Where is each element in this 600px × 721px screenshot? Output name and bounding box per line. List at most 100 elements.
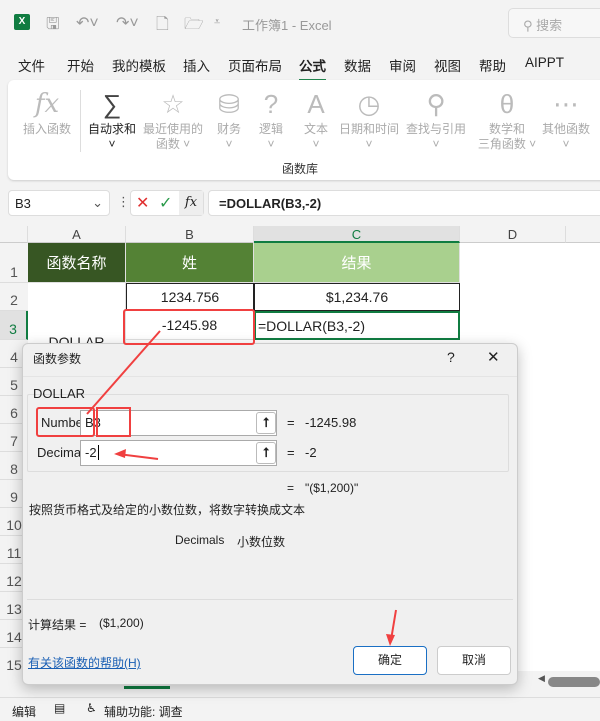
name-box-value: B3	[15, 196, 31, 211]
eq: =	[287, 445, 295, 460]
col-header-b[interactable]: B	[126, 226, 254, 243]
number-result: -1245.98	[305, 415, 357, 430]
undo-icon[interactable]: ↶˅	[76, 13, 99, 33]
chevron-down-icon[interactable]: ⌄	[92, 195, 103, 211]
divider	[80, 90, 81, 152]
label: 数学和	[488, 122, 525, 136]
tab-templates[interactable]: 我的模板	[112, 55, 166, 75]
cancel-x-icon[interactable]: ✕	[136, 193, 149, 213]
tab-review[interactable]: 审阅	[389, 55, 416, 75]
ellipsis-book-icon: ⋯	[553, 88, 579, 119]
row-header-2[interactable]: 2	[0, 283, 28, 311]
tab-home[interactable]: 开始	[67, 55, 94, 75]
cell-c1[interactable]: 结果	[254, 243, 460, 283]
cell-b1[interactable]: 姓	[126, 243, 254, 283]
enter-check-icon[interactable]: ✓	[159, 193, 172, 213]
financial-button[interactable]: ⛁ 财务 ˅	[208, 86, 250, 152]
macro-record-icon[interactable]: ▤	[54, 701, 65, 715]
tab-help[interactable]: 帮助	[479, 55, 506, 75]
collapse-dialog-decimals-icon[interactable]: ⭡	[256, 442, 276, 464]
select-all[interactable]	[0, 226, 28, 243]
tab-file[interactable]: 文件	[18, 55, 45, 75]
dropdown: ˅	[108, 137, 116, 151]
magnifier-book-icon: ⚲	[426, 88, 446, 119]
label: 日期和时间	[338, 122, 399, 136]
decimals-input[interactable]: -2	[80, 440, 277, 466]
col-header-e[interactable]	[566, 226, 600, 243]
divider	[27, 599, 513, 600]
function-description: 按照货币格式及给定的小数位数，将数字转换成文本	[29, 503, 306, 517]
dropdown: ˅	[312, 137, 320, 151]
tab-page-layout[interactable]: 页面布局	[228, 55, 282, 75]
cell-a1[interactable]: 函数名称	[28, 243, 126, 283]
dropdown: ˅	[562, 137, 570, 151]
lookup-reference-button[interactable]: ⚲ 查找与引用 ˅	[402, 86, 470, 152]
fx-icon[interactable]: fx	[179, 191, 203, 215]
ribbon-function-library: fx 插入函数 ∑ 自动求和 ˅ ☆ 最近使用的 函数 ˅ ⛁ 财务 ˅ ? 逻辑 ˅ A 文本 ˅ …	[8, 80, 600, 180]
label: 逻辑	[258, 122, 283, 136]
star-book-icon: ☆	[161, 88, 185, 119]
decimals-value: -2	[85, 445, 97, 460]
cell-b3[interactable]: -1245.98	[126, 311, 254, 340]
function-help-link[interactable]: 有关该函数的帮助(H)	[28, 654, 141, 671]
cell-b2[interactable]: 1234.756	[126, 283, 254, 311]
status-bar: 编辑 ▤ ♿ 辅助功能: 调查	[0, 697, 600, 721]
scroll-left-icon[interactable]: ◀	[538, 673, 545, 684]
insert-function-button[interactable]: fx 插入函数	[20, 86, 74, 137]
dialog-title: 函数参数	[33, 352, 82, 366]
text-a-icon: A	[307, 88, 325, 119]
collapse-dialog-number-icon[interactable]: ⭡	[256, 412, 276, 434]
tab-aippt[interactable]: AIPPT	[525, 55, 564, 70]
tab-data[interactable]: 数据	[344, 55, 371, 75]
open-folder-icon[interactable]: 🗁	[184, 13, 204, 40]
formula-input[interactable]: =DOLLAR(B3,-2)	[208, 190, 600, 216]
logical-button[interactable]: ? 逻辑 ˅	[251, 86, 291, 152]
new-file-icon[interactable]: 🗋	[156, 13, 169, 40]
divider	[23, 376, 517, 377]
horizontal-scrollbar[interactable]	[548, 677, 600, 687]
label2: 函数 ˅	[155, 137, 191, 151]
col-header-d[interactable]: D	[460, 226, 566, 243]
tab-formulas[interactable]: 公式	[299, 55, 326, 81]
help-icon[interactable]: ?	[447, 349, 455, 365]
cancel-button[interactable]: 取消	[437, 646, 511, 675]
label: 插入函数	[22, 122, 71, 136]
tab-view[interactable]: 视图	[434, 55, 461, 75]
save-icon[interactable]: 🖫	[46, 13, 60, 40]
dropdown: ˅	[365, 137, 373, 151]
close-icon[interactable]: ✕	[487, 348, 500, 366]
recent-functions-button[interactable]: ☆ 最近使用的 函数 ˅	[138, 86, 208, 152]
search-placeholder: 搜索	[536, 18, 563, 33]
search-icon: ⚲	[523, 18, 537, 33]
calc-result-value: ($1,200)	[99, 616, 144, 630]
math-trig-button[interactable]: θ 数学和 三角函数 ˅	[474, 86, 540, 152]
redo-icon[interactable]: ↷˅	[116, 13, 139, 33]
row-header-1[interactable]: 1	[0, 243, 28, 283]
row-header-3[interactable]: 3	[0, 311, 28, 340]
col-header-c[interactable]: C	[254, 226, 460, 243]
number-input[interactable]: B3	[80, 410, 277, 436]
decimals-result: -2	[305, 445, 317, 460]
date-time-button[interactable]: ◷ 日期和时间 ˅	[336, 86, 402, 152]
cell-c2[interactable]: $1,234.76	[254, 283, 460, 311]
function-arguments-dialog: 函数参数 ? ✕ DOLLAR Number B3 ⭡ = -1245.98 D…	[22, 343, 518, 685]
ok-button[interactable]: 确定	[353, 646, 427, 675]
tab-insert[interactable]: 插入	[183, 55, 210, 75]
search-box[interactable]: ⚲ 搜索	[508, 8, 600, 38]
customize-toolbar-icon[interactable]: ⩡	[214, 16, 220, 29]
database-icon: ⛁	[218, 88, 240, 119]
more-functions-button[interactable]: ⋯ 其他函数 ˅	[538, 86, 594, 152]
accessibility-icon[interactable]: ♿	[86, 701, 97, 715]
function-name: DOLLAR	[33, 386, 86, 401]
text-button[interactable]: A 文本 ˅	[296, 86, 336, 152]
title-bar: X 🖫 ↶˅ ↷˅ 🗋 🗁 ⩡ 工作簿1 - Excel ⚲ 搜索	[0, 0, 600, 45]
more-options-icon[interactable]: ⋮	[117, 194, 130, 210]
name-box[interactable]: B3 ⌄	[8, 190, 110, 216]
autosum-button[interactable]: ∑ 自动求和 ˅	[86, 86, 138, 152]
accessibility-status[interactable]: 辅助功能: 调查	[104, 703, 183, 720]
dropdown: ˅	[267, 137, 275, 151]
col-header-a[interactable]: A	[28, 226, 126, 243]
label: 其他函数	[541, 122, 590, 136]
active-sheet-indicator	[124, 686, 170, 689]
cell-c3-editing[interactable]: =DOLLAR(B3,-2)	[254, 311, 460, 340]
